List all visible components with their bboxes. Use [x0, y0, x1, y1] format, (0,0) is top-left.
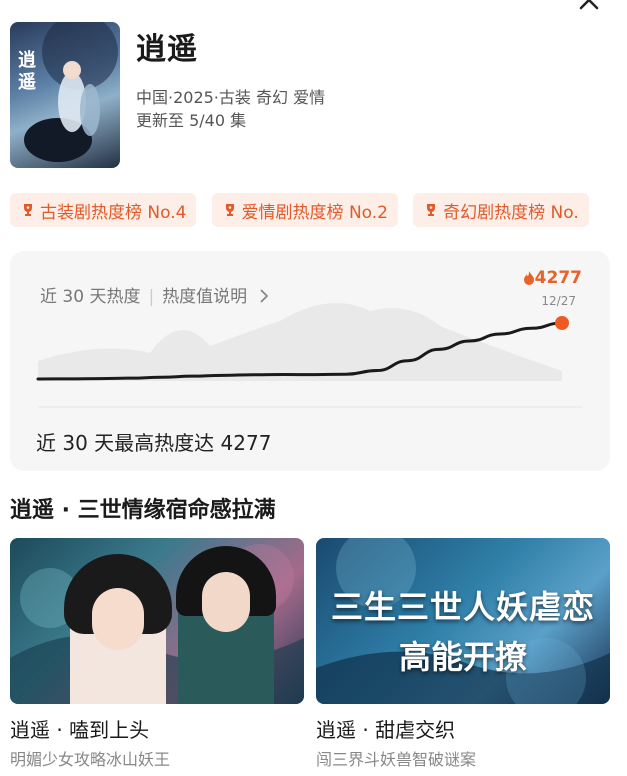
ranking-badge-label: 爱情剧热度榜 No.2 — [241, 202, 388, 223]
current-heat-date: 12/27 — [541, 294, 576, 308]
ranking-badge[interactable]: 爱情剧热度榜 No.2 — [211, 193, 398, 227]
actor-figure — [176, 546, 276, 704]
heat-card-header: 近 30 天热度 | 热度值说明 — [40, 282, 269, 307]
actress-figure — [64, 554, 172, 704]
flame-icon — [523, 271, 534, 285]
ranking-badge[interactable]: 奇幻剧热度榜 No. — [413, 193, 589, 227]
video-title[interactable]: 逍遥 · 嗑到上头 — [10, 714, 149, 743]
trophy-icon — [24, 204, 32, 216]
current-heat-value: 4277 — [534, 268, 582, 288]
ranking-badge-label: 奇幻剧热度榜 No. — [443, 202, 579, 223]
chart-area — [38, 303, 562, 381]
heat-max-text: 近 30 天最高热度达 4277 — [36, 431, 272, 455]
video-subtitle: 明媚少女攻略冰山妖王 — [10, 750, 171, 769]
episode-update: 更新至 5/40 集 — [136, 111, 247, 130]
overlay-line-2: 高能开撩 — [398, 638, 527, 676]
video-title[interactable]: 逍遥 · 甜虐交织 — [316, 714, 455, 743]
ranking-badge-label: 古装剧热度榜 No.4 — [40, 202, 187, 223]
close-icon[interactable] — [575, 0, 603, 14]
show-meta: 中国·2025·古装 奇幻 爱情 — [136, 88, 326, 107]
heat-card[interactable]: 近 30 天热度 | 热度值说明 4277 12/27 近 30 天最高热度达 42… — [10, 251, 610, 471]
poster-title-art: 逍遥 — [18, 50, 36, 93]
current-heat: 4277 — [523, 268, 582, 288]
heat-endpoint-marker — [555, 316, 569, 330]
trophy-icon — [427, 204, 436, 216]
thumbnail-overlay-text: 三生三世人妖虐恋 高能开撩 — [316, 582, 610, 678]
chevron-right-icon[interactable] — [259, 289, 269, 303]
video-thumbnail[interactable]: 三生三世人妖虐恋 高能开撩 — [316, 538, 610, 704]
show-poster[interactable]: 逍遥 — [10, 22, 120, 168]
ranking-badge[interactable]: 古装剧热度榜 No.4 — [10, 193, 197, 227]
ranking-badges: 古装剧热度榜 No.4 爱情剧热度榜 No.2 奇幻剧热度榜 No. — [10, 193, 627, 227]
video-thumbnail[interactable] — [10, 538, 304, 704]
heat-help-link[interactable]: 热度值说明 — [162, 287, 247, 307]
poster-art — [24, 22, 118, 162]
trophy-icon — [225, 204, 234, 216]
show-title: 逍遥 — [136, 32, 198, 67]
section-title: 逍遥 · 三世情缘宿命感拉满 — [10, 498, 276, 523]
heat-label: 近 30 天热度 — [40, 287, 141, 307]
overlay-line-1: 三生三世人妖虐恋 — [330, 588, 595, 626]
video-subtitle: 闯三界斗妖兽智破谜案 — [316, 750, 477, 769]
